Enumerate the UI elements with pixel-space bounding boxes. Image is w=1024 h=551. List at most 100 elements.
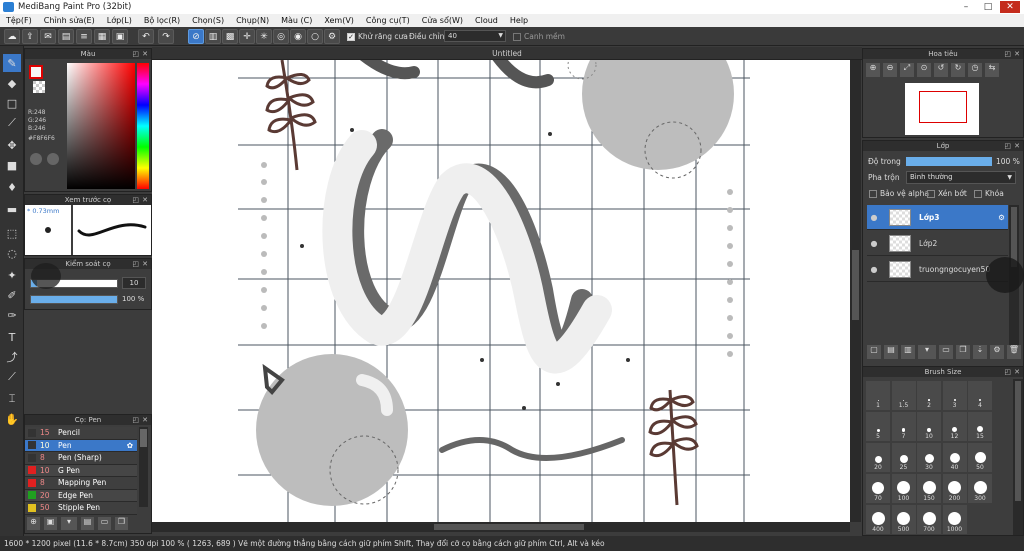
vertical-scrollbar[interactable] xyxy=(850,60,861,522)
circle-snap-icon[interactable]: ◎ xyxy=(273,29,289,44)
foreground-color[interactable] xyxy=(29,65,43,79)
brush-size-preset[interactable]: 3 xyxy=(942,381,967,410)
page-icon[interactable]: ▤ xyxy=(58,29,74,44)
cross-snap-icon[interactable]: ✛ xyxy=(239,29,255,44)
hand-tool-icon[interactable]: ✋ xyxy=(3,410,21,428)
redo-icon[interactable]: ↷ xyxy=(158,29,174,44)
minimize-button[interactable]: – xyxy=(956,1,976,13)
brush-size-preset[interactable]: 15 xyxy=(968,412,992,441)
operation-tool-icon[interactable]: ⤴ xyxy=(3,348,21,366)
snap-settings-icon[interactable]: ⚙ xyxy=(324,29,340,44)
correction-select[interactable]: 40 ▼ xyxy=(444,30,506,42)
canvas[interactable] xyxy=(152,18,850,522)
menu-tools[interactable]: Công cụ(T) xyxy=(360,14,416,27)
menu-help[interactable]: Help xyxy=(504,14,534,27)
float-icon[interactable]: ◰ xyxy=(132,259,139,269)
brush-size-preset[interactable]: 700 xyxy=(917,505,941,534)
add-brush-icon[interactable]: ⊕ xyxy=(27,517,40,530)
palette-icon[interactable] xyxy=(30,153,42,165)
radial-snap-icon[interactable]: ✳ xyxy=(256,29,272,44)
ellipse-snap-icon[interactable]: ○ xyxy=(307,29,323,44)
close-icon[interactable]: ✕ xyxy=(1014,49,1020,59)
actual-size-icon[interactable]: ⊙ xyxy=(917,63,931,77)
dot-tool-icon[interactable]: □ xyxy=(3,94,21,112)
document-icon[interactable]: ▣ xyxy=(112,29,128,44)
menu-file[interactable]: Tệp(F) xyxy=(0,14,38,27)
select-eraser-icon[interactable]: ✑ xyxy=(3,306,21,324)
close-icon[interactable]: ✕ xyxy=(142,49,148,59)
saturation-value-picker[interactable] xyxy=(67,63,135,189)
brush-list-item[interactable]: 8 Pen (Sharp) xyxy=(25,452,137,465)
navigator-thumbnail[interactable] xyxy=(905,83,979,135)
eraser-tool-icon[interactable]: ◆ xyxy=(3,74,21,92)
parallel-snap-icon[interactable]: ▥ xyxy=(205,29,221,44)
list-icon[interactable]: ≡ xyxy=(76,29,92,44)
magic-wand-icon[interactable]: ✦ xyxy=(3,266,21,284)
grid-icon[interactable]: ▦ xyxy=(94,29,110,44)
brush-size-preset[interactable]: 100 xyxy=(891,474,916,503)
brush-size-preset[interactable]: 70 xyxy=(866,474,890,503)
layer-menu-icon[interactable]: ▾ xyxy=(918,345,936,359)
close-button[interactable]: ✕ xyxy=(1000,1,1020,13)
curve-snap-icon[interactable]: ◉ xyxy=(290,29,306,44)
duplicate-layer-icon[interactable]: ❐ xyxy=(956,345,970,359)
brush-tool-icon[interactable]: ✎ xyxy=(3,54,21,72)
reset-rotate-icon[interactable]: ◷ xyxy=(968,63,982,77)
brush-size-preset[interactable]: 200 xyxy=(942,474,967,503)
merge-layer-icon[interactable]: ⇣ xyxy=(973,345,987,359)
menu-select[interactable]: Chọn(S) xyxy=(186,14,230,27)
select-pen-icon[interactable]: ✐ xyxy=(3,286,21,304)
snap-off-icon[interactable]: ⊘ xyxy=(188,29,204,44)
visibility-icon[interactable]: ● xyxy=(869,238,879,248)
edge-checkbox[interactable] xyxy=(513,33,521,41)
new-layer-icon[interactable]: ▢ xyxy=(867,345,881,359)
rotate-left-icon[interactable]: ↺ xyxy=(934,63,948,77)
close-icon[interactable]: ✕ xyxy=(142,259,148,269)
close-icon[interactable]: ✕ xyxy=(1014,141,1020,151)
brush-size-preset[interactable]: 1.5 xyxy=(891,381,916,410)
new-8bit-layer-icon[interactable]: ▥ xyxy=(901,345,915,359)
brush-size-preset[interactable]: 20 xyxy=(866,443,890,472)
rotate-right-icon[interactable]: ↻ xyxy=(951,63,965,77)
clipping-checkbox[interactable] xyxy=(927,190,935,198)
menu-color[interactable]: Màu (C) xyxy=(275,14,318,27)
brush-list-item[interactable]: 15 Pencil xyxy=(25,427,137,440)
brush-opacity-slider[interactable] xyxy=(30,295,118,304)
fill-tool-icon[interactable]: ♦ xyxy=(3,178,21,196)
brush-size-preset[interactable]: 1000 xyxy=(942,505,967,534)
brush-size-input[interactable]: 10 xyxy=(122,277,146,289)
visibility-icon[interactable]: ● xyxy=(869,264,879,274)
blur-tool-icon[interactable]: ⟋ xyxy=(3,114,21,132)
lock-checkbox[interactable] xyxy=(974,190,982,198)
blend-mode-select[interactable]: Bình thường ▼ xyxy=(906,171,1016,184)
brush-settings-icon[interactable]: ▣ xyxy=(44,517,57,530)
menu-view[interactable]: Xem(V) xyxy=(318,14,360,27)
new-halftone-layer-icon[interactable]: ▤ xyxy=(884,345,898,359)
gear-icon[interactable]: ✿ xyxy=(127,441,133,450)
document-tab[interactable]: Untitled xyxy=(152,47,862,60)
brush-size-preset[interactable]: 5 xyxy=(866,412,890,441)
brush-size-scrollbar[interactable] xyxy=(1013,379,1023,535)
menu-snap[interactable]: Chụp(N) xyxy=(230,14,275,27)
brush-copy-icon[interactable]: ❐ xyxy=(115,517,128,530)
float-icon[interactable]: ◰ xyxy=(132,195,139,205)
cloud-icon[interactable]: ☁ xyxy=(4,29,20,44)
brush-list-scrollbar[interactable] xyxy=(139,427,148,507)
move-tool-icon[interactable]: ✥ xyxy=(3,136,21,154)
brush-size-preset[interactable]: 4 xyxy=(968,381,992,410)
brush-size-preset[interactable]: 150 xyxy=(917,474,941,503)
new-folder-icon[interactable]: ▭ xyxy=(939,345,953,359)
horizontal-scrollbar[interactable] xyxy=(152,522,850,532)
fit-icon[interactable]: ⤢ xyxy=(900,63,914,77)
protect-alpha-checkbox[interactable] xyxy=(869,190,877,198)
lasso-tool-icon[interactable]: ◌ xyxy=(3,244,21,262)
brush-size-preset[interactable]: 12 xyxy=(942,412,967,441)
shape-tool-icon[interactable]: ■ xyxy=(3,156,21,174)
float-icon[interactable]: ◰ xyxy=(132,415,139,425)
brush-size-preset[interactable]: 30 xyxy=(917,443,941,472)
brush-list-item[interactable]: 50 Stipple Pen xyxy=(25,502,137,515)
menu-filter[interactable]: Bộ lọc(R) xyxy=(138,14,186,27)
brush-list-item[interactable]: 10 Pen ✿ xyxy=(25,439,137,452)
layer-properties-icon[interactable]: ⚙ xyxy=(990,345,1004,359)
brush-menu-icon[interactable]: ▾ xyxy=(61,517,77,530)
